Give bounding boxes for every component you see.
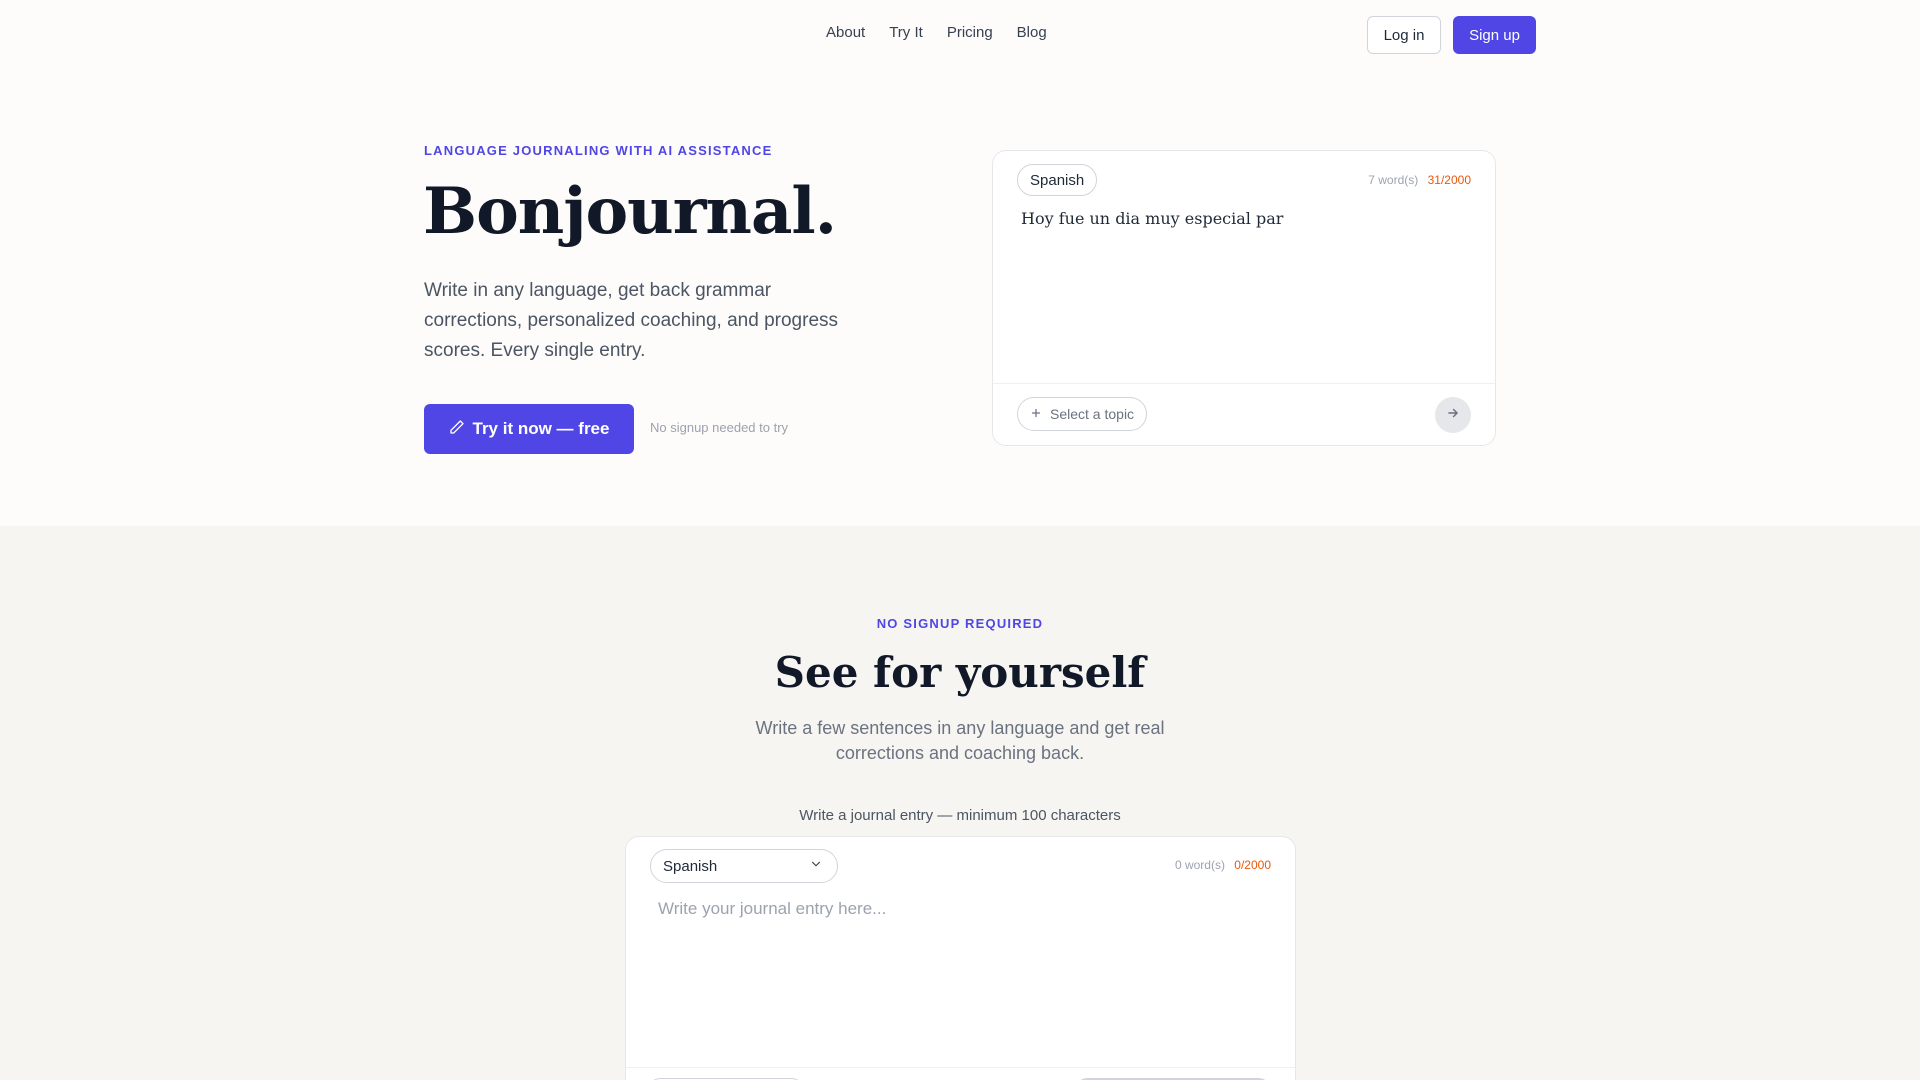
try-now-button[interactable]: Try it now — free: [424, 404, 634, 454]
try-now-label: Try it now — free: [472, 419, 610, 438]
pencil-icon: [449, 419, 465, 440]
journal-entry-input[interactable]: [646, 891, 1276, 1041]
chevron-down-icon: [809, 857, 823, 875]
demo-counter: 7 word(s) 31/2000: [1368, 173, 1471, 187]
hero-description: Write in any language, get back grammar …: [424, 280, 839, 361]
try-section-title: See for yourself: [774, 648, 1146, 697]
entry-hint: Write a journal entry — minimum 100 char…: [799, 807, 1121, 824]
language-select[interactable]: Spanish: [650, 849, 838, 883]
demo-entry-card: Spanish 7 word(s) 31/2000 Hoy fue un dia…: [992, 150, 1496, 446]
hero-title: Bonjournal.: [423, 174, 837, 249]
demo-language-pill[interactable]: Spanish: [1017, 164, 1098, 196]
select-topic-button[interactable]: Select a topic: [1017, 397, 1148, 431]
send-button[interactable]: [1435, 397, 1471, 433]
entry-counter: 0 word(s) 0/2000: [1175, 858, 1271, 872]
demo-card-footer: Select a topic: [993, 383, 1495, 445]
entry-card-footer: [626, 1067, 1295, 1080]
select-topic-label: Select a topic: [1050, 406, 1135, 422]
entry-char-count: 0/2000: [1234, 858, 1271, 872]
plus-icon: [1030, 406, 1042, 422]
hero-eyebrow: LANGUAGE JOURNALING WITH AI ASSISTANCE: [424, 143, 773, 158]
try-section-description: Write a few sentences in any language an…: [755, 718, 1165, 763]
language-select-value: Spanish: [663, 857, 718, 875]
demo-entry-text[interactable]: Hoy fue un dia muy especial par: [1021, 209, 1283, 228]
nav-link-try-it[interactable]: Try It: [889, 24, 923, 41]
nav-link-pricing[interactable]: Pricing: [947, 24, 993, 41]
try-section: NO SIGNUP REQUIRED See for yourself Writ…: [0, 526, 1920, 1080]
arrow-right-icon: [1446, 406, 1460, 425]
try-section-eyebrow: NO SIGNUP REQUIRED: [876, 616, 1044, 631]
journal-entry-card: Spanish 0 word(s) 0/2000: [625, 836, 1296, 1080]
nav-links: About Try It Pricing Blog: [826, 24, 1047, 41]
top-nav: About Try It Pricing Blog Log in Sign up: [0, 0, 1920, 70]
nav-link-about[interactable]: About: [826, 24, 865, 41]
hero-section: LANGUAGE JOURNALING WITH AI ASSISTANCE B…: [0, 70, 1920, 526]
login-button[interactable]: Log in: [1367, 16, 1441, 54]
demo-word-count: 7 word(s): [1368, 173, 1419, 187]
cta-note: No signup needed to try: [650, 420, 789, 435]
nav-link-blog[interactable]: Blog: [1017, 24, 1047, 41]
demo-char-count: 31/2000: [1427, 173, 1471, 187]
signup-button[interactable]: Sign up: [1453, 16, 1536, 54]
entry-word-count: 0 word(s): [1174, 858, 1225, 872]
